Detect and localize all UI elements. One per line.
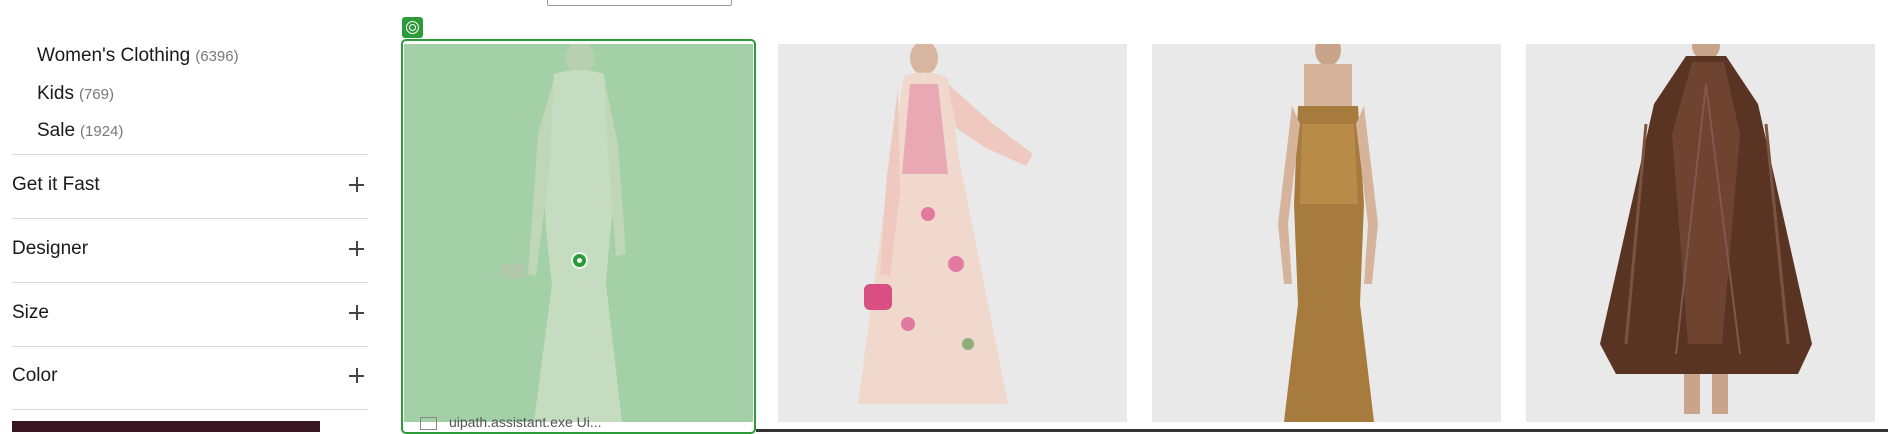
taskbar-item-label: uipath.assistant.exe Ui... xyxy=(449,414,602,430)
category-sale[interactable]: Sale (1924) xyxy=(37,120,123,142)
plus-icon xyxy=(349,305,364,320)
product-image xyxy=(500,44,626,422)
category-label: Sale xyxy=(37,120,76,141)
facet-label: Size xyxy=(12,302,49,323)
category-label: Women's Clothing xyxy=(37,45,191,66)
product-image xyxy=(858,44,1033,404)
product-card[interactable] xyxy=(778,44,1127,422)
facet-get-it-fast[interactable]: Get it Fast xyxy=(12,155,368,217)
product-card[interactable] xyxy=(1526,44,1875,422)
window-icon xyxy=(420,416,437,430)
facet-label: Color xyxy=(12,365,58,386)
plus-icon xyxy=(349,241,364,256)
facet-color[interactable]: Color xyxy=(12,346,368,408)
promo-banner[interactable] xyxy=(12,421,320,432)
category-count: (6396) xyxy=(195,48,239,65)
product-card[interactable] xyxy=(1152,44,1501,422)
product-image xyxy=(1278,44,1378,422)
search-input[interactable] xyxy=(547,0,732,6)
product-image xyxy=(1600,44,1812,414)
plus-icon xyxy=(349,177,364,192)
facet-size[interactable]: Size xyxy=(12,283,368,345)
taskbar-item[interactable]: uipath.assistant.exe Ui... xyxy=(420,414,602,430)
cursor-target-icon xyxy=(571,252,588,269)
category-count: (769) xyxy=(78,86,114,103)
facet-designer[interactable]: Designer xyxy=(12,219,368,281)
category-kids[interactable]: Kids (769) xyxy=(37,83,114,105)
category-label: Kids xyxy=(37,83,74,104)
category-womens-clothing[interactable]: Women's Clothing (6396) xyxy=(37,45,239,67)
facet-label: Designer xyxy=(12,238,89,259)
target-icon xyxy=(402,17,423,38)
plus-icon xyxy=(349,368,364,383)
divider xyxy=(12,409,368,410)
category-count: (1924) xyxy=(80,123,124,140)
filter-sidebar: Women's Clothing (6396) Kids (769) Sale (19… xyxy=(0,0,368,432)
product-card[interactable] xyxy=(404,44,753,422)
facet-label: Get it Fast xyxy=(12,174,100,195)
